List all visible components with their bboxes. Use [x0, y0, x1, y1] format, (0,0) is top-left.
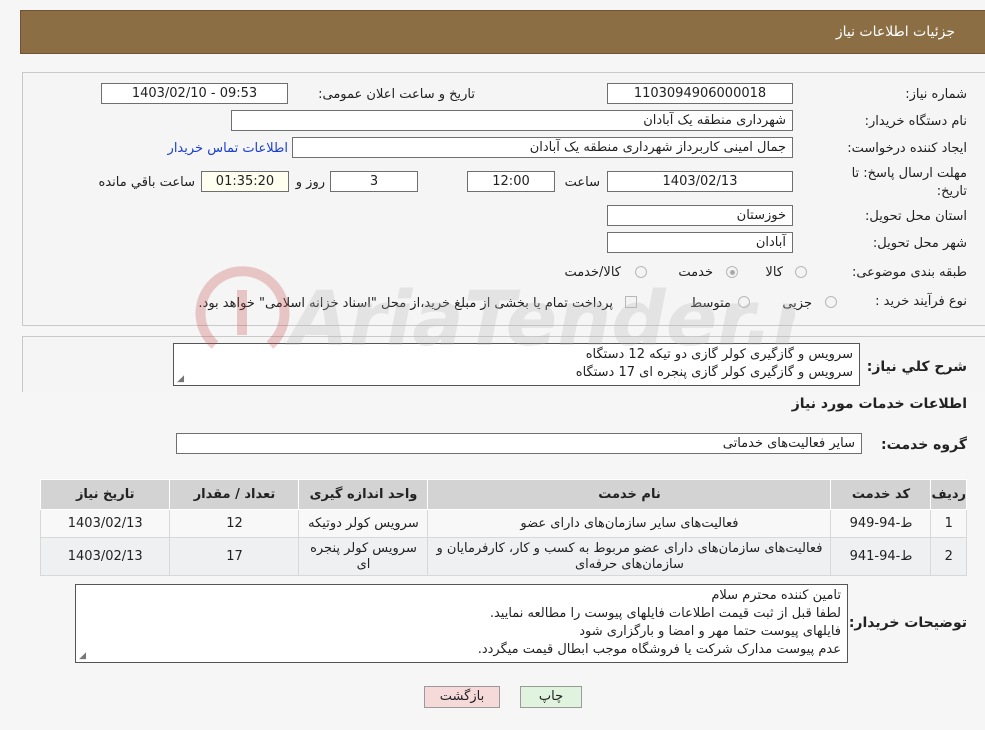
description-label: شرح کلي نياز: [866, 359, 967, 375]
services-table: ردیف کد خدمت نام خدمت واحد اندازه گیری ت… [39, 479, 967, 576]
buyer-notes-line-1: تامین کننده محترم سلام [711, 588, 841, 603]
cell-quantity: 12 [169, 509, 300, 538]
remaining-time-label: ساعت باقي مانده [98, 175, 195, 190]
cell-unit: سرویس کولر دوتیکه [298, 509, 429, 538]
cell-need-date: 1403/02/13 [39, 509, 171, 538]
buyer-notes-textarea[interactable]: تامین کننده محترم سلام لطفا قبل از ثبت ق… [75, 584, 848, 663]
column-header-unit: واحد اندازه گیری [298, 479, 429, 510]
creator-field: جمال امینی کاربرداز شهرداری منطقه یک آبا… [292, 137, 793, 158]
cell-service-name: فعالیت‌های سازمان‌های دارای عضو مربوط به… [427, 537, 832, 576]
service-group-field: سایر فعالیت‌های خدماتی [176, 433, 862, 454]
purchase-process-label: نوع فرآیند خرید : [875, 294, 967, 309]
watermark-logo: AriaTender.neT [195, 250, 935, 370]
remaining-time-field: 01:35:20 [201, 171, 289, 192]
services-section-title: اطلاعات خدمات مورد نياز [791, 396, 967, 412]
buyer-org-label: نام دستگاه خریدار: [864, 114, 967, 129]
cell-quantity: 17 [169, 537, 300, 576]
cell-service-code: ط-94-949 [830, 509, 932, 538]
table-row: 2 ط-94-941 فعالیت‌های سازمان‌های دارای ع… [39, 537, 967, 576]
buyer-org-field: شهرداری منطقه یک آبادان [231, 110, 793, 131]
province-label: استان محل تحویل: [865, 209, 967, 224]
column-header-need-date: تاریخ نیاز [39, 479, 171, 510]
cell-service-code: ط-94-941 [830, 537, 932, 576]
page-header: جزئیات اطلاعات نیاز [20, 10, 985, 54]
service-group-label: گروه خدمت: [881, 437, 967, 453]
table-row: 1 ط-94-949 فعالیت‌های سایر سازمان‌های دا… [39, 509, 967, 538]
announce-datetime-field: 1403/02/10 - 09:53 [101, 83, 288, 104]
buyer-contact-link[interactable]: اطلاعات تماس خریدار [168, 141, 288, 156]
buyer-notes-line-2: لطفا قبل از ثبت قیمت اطلاعات فایلهای پیو… [489, 606, 841, 621]
back-button[interactable]: بازگشت [424, 686, 500, 708]
cell-unit: سرویس کولر پنجره ای [298, 537, 429, 576]
need-number-field: 1103094906000018 [607, 83, 793, 104]
process-option-minor-radio[interactable] [825, 296, 837, 308]
days-remaining-field: 3 [330, 171, 418, 192]
need-number-label: شماره نیاز: [905, 87, 967, 102]
print-button[interactable]: چاپ [520, 686, 582, 708]
deadline-label: مهلت ارسال پاسخ: تا تاریخ: [851, 166, 967, 199]
deadline-date-field: 1403/02/13 [607, 171, 793, 192]
cell-need-date: 1403/02/13 [39, 537, 171, 576]
cell-service-name: فعالیت‌های سایر سازمان‌های دارای عضو [427, 509, 832, 538]
cell-row-index: 1 [930, 509, 967, 538]
days-label: روز و [295, 175, 325, 190]
column-header-quantity: تعداد / مقدار [169, 479, 300, 510]
watermark-text: AriaTender.neT [285, 274, 795, 363]
column-header-row-index: ردیف [930, 479, 967, 510]
announce-datetime-label: تاریخ و ساعت اعلان عمومی: [318, 87, 475, 102]
category-option-goods-radio[interactable] [795, 266, 807, 278]
resize-grip-icon[interactable]: ◢ [78, 652, 86, 661]
page-title: جزئیات اطلاعات نیاز [835, 24, 955, 40]
cell-row-index: 2 [930, 537, 967, 576]
buyer-notes-line-4: عدم پیوست مدارک شرکت یا فروشگاه موجب ابط… [477, 642, 841, 657]
column-header-service-code: کد خدمت [830, 479, 932, 510]
resize-grip-icon[interactable]: ◢ [176, 375, 184, 384]
buyer-notes-line-3: فایلهای پیوست حتما مهر و امضا و بارگزاری… [579, 624, 841, 639]
column-header-service-name: نام خدمت [427, 479, 832, 510]
deadline-time-label: ساعت [564, 175, 600, 190]
deadline-time-field: 12:00 [467, 171, 555, 192]
category-label: طبقه بندی موضوعی: [851, 265, 967, 280]
province-field: خوزستان [607, 205, 793, 226]
table-header-row: ردیف کد خدمت نام خدمت واحد اندازه گیری ت… [39, 479, 967, 510]
buyer-notes-label: توضیحات خریدار: [848, 615, 967, 631]
creator-label: ایجاد کننده درخواست: [847, 141, 967, 156]
city-label: شهر محل تحویل: [872, 236, 967, 251]
